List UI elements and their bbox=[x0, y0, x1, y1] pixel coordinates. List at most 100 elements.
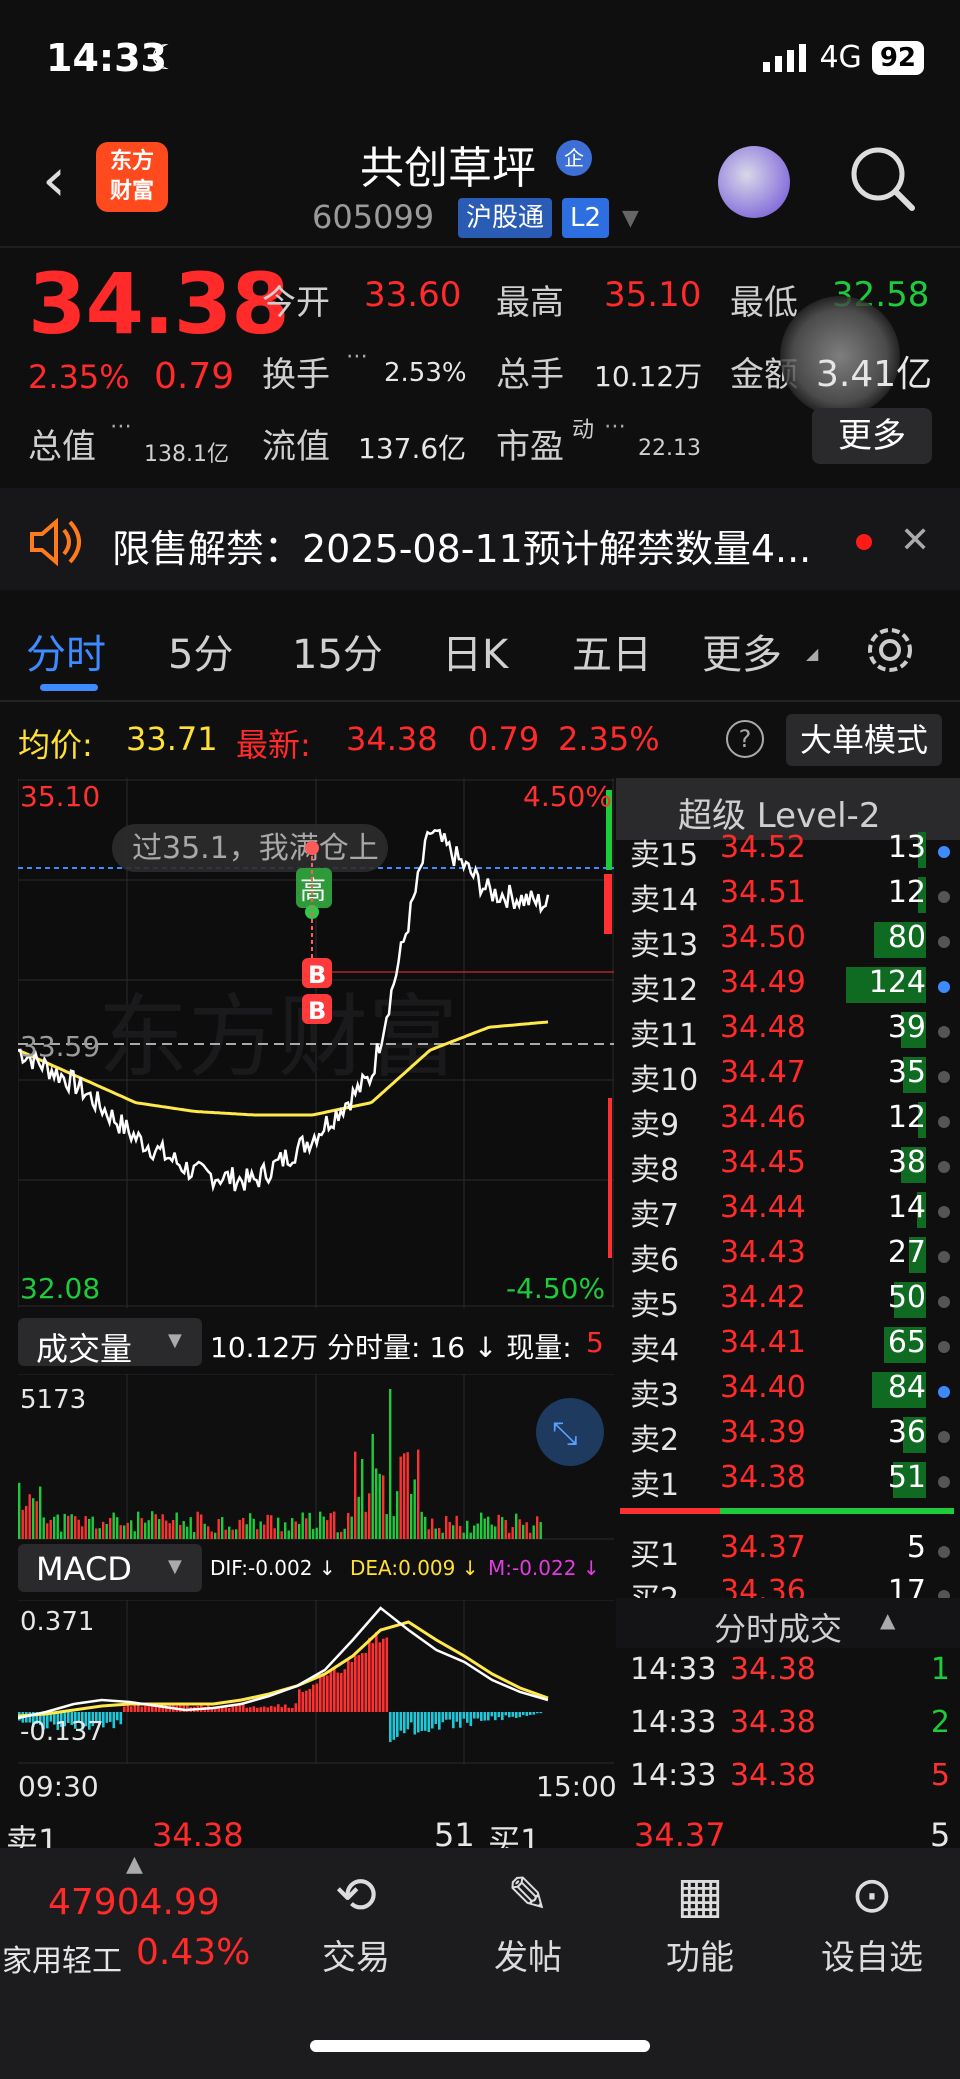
ask-row[interactable]: 卖7 34.44 14 bbox=[630, 1190, 950, 1235]
volume-bar bbox=[347, 1512, 350, 1539]
notice-text[interactable]: 限售解禁：2025-08-11预计解禁数量4... bbox=[112, 518, 811, 573]
volume-bar bbox=[515, 1513, 518, 1539]
tab-15min[interactable]: 15分 bbox=[292, 622, 383, 680]
ask-row[interactable]: 卖13 34.50 80 bbox=[630, 920, 950, 965]
ask-row[interactable]: 卖1 34.38 51 bbox=[630, 1460, 950, 1505]
volume-bar bbox=[448, 1521, 451, 1539]
assistant-robot-icon[interactable] bbox=[718, 146, 790, 218]
trade-price: 34.38 bbox=[730, 1758, 816, 1793]
ask-indicator-dot bbox=[938, 1386, 950, 1398]
volume-bar bbox=[273, 1528, 276, 1539]
macd-chart[interactable]: 0.371 -0.137 bbox=[18, 1600, 614, 1764]
volume-bar bbox=[147, 1520, 150, 1539]
index-name[interactable]: 家用轻工 bbox=[2, 1936, 122, 1980]
nav-functions[interactable]: ▦ 功能 bbox=[630, 1860, 770, 1979]
pe-value: 22.13 bbox=[638, 436, 701, 461]
bid-row[interactable]: 买1 34.37 5 bbox=[630, 1530, 950, 1575]
macd-bar bbox=[259, 1707, 263, 1712]
info-dots-icon[interactable]: ⋯ bbox=[346, 344, 368, 369]
ask-row[interactable]: 卖10 34.47 35 bbox=[630, 1055, 950, 1100]
search-icon[interactable] bbox=[848, 144, 918, 214]
ask-row[interactable]: 卖3 34.40 84 bbox=[630, 1370, 950, 1415]
volume-bar bbox=[315, 1527, 318, 1539]
macd-bar bbox=[315, 1683, 319, 1712]
nav-trade[interactable]: ⟲ 交易 bbox=[286, 1860, 426, 1979]
ask-row[interactable]: 卖5 34.42 50 bbox=[630, 1280, 950, 1325]
tab-daily[interactable]: 日K bbox=[442, 622, 508, 680]
volume-bar bbox=[182, 1521, 185, 1539]
macd-bar bbox=[420, 1712, 424, 1731]
macd-bar bbox=[280, 1707, 284, 1712]
macd-bar bbox=[483, 1712, 487, 1721]
chevron-up-icon: ▲ bbox=[880, 1608, 896, 1632]
volume-bar bbox=[105, 1523, 108, 1539]
more-circle-icon: ⊙ bbox=[851, 1866, 893, 1924]
ask-volume: 27 bbox=[887, 1235, 926, 1270]
volume-bar bbox=[238, 1519, 241, 1539]
ask-indicator-dot bbox=[938, 891, 950, 903]
index-value[interactable]: 47904.99 bbox=[48, 1882, 220, 1923]
info-dots-icon[interactable]: ⋯ bbox=[110, 414, 132, 439]
volume-bar bbox=[326, 1520, 329, 1539]
ask-price: 34.46 bbox=[720, 1100, 806, 1135]
tab-5min[interactable]: 5分 bbox=[168, 622, 233, 680]
volume-bar bbox=[420, 1511, 423, 1539]
volume-bar bbox=[350, 1516, 353, 1539]
ask-row[interactable]: 卖4 34.41 65 bbox=[630, 1325, 950, 1370]
ask-row[interactable]: 卖6 34.43 27 bbox=[630, 1235, 950, 1280]
index-pct[interactable]: 0.43% bbox=[136, 1932, 250, 1973]
volume-bar bbox=[252, 1518, 255, 1539]
more-button[interactable]: 更多 bbox=[812, 408, 932, 464]
trades-header[interactable]: 分时成交 ▲ bbox=[616, 1598, 960, 1648]
back-icon[interactable]: ‹ bbox=[42, 150, 66, 210]
ask-indicator-dot bbox=[938, 1251, 950, 1263]
comment-tooltip[interactable]: 过35.1，我满仓上 bbox=[132, 831, 379, 866]
tab-timeshare[interactable]: 分时 bbox=[26, 622, 106, 680]
ask-label: 卖10 bbox=[630, 1063, 699, 1098]
volume-selector[interactable]: 成交量 ▼ bbox=[18, 1318, 202, 1368]
volume-bar bbox=[518, 1519, 521, 1539]
volume-bar bbox=[137, 1511, 140, 1539]
timeshare-chart[interactable]: 东方财富 过35.1，我满仓上 高 B B 35.10 33.59 32.08 … bbox=[18, 778, 614, 1308]
help-icon[interactable]: ? bbox=[726, 720, 764, 758]
volume-bar bbox=[396, 1491, 399, 1539]
macd-bar bbox=[455, 1712, 459, 1722]
nav-post[interactable]: ✎ 发帖 bbox=[458, 1860, 598, 1979]
ask-row[interactable]: 卖8 34.45 38 bbox=[630, 1145, 950, 1190]
volume-bar bbox=[343, 1528, 346, 1539]
tab-more[interactable]: 更多 bbox=[702, 622, 782, 680]
volume-bar bbox=[399, 1456, 402, 1539]
edit-icon: ✎ bbox=[507, 1866, 549, 1924]
ask-row[interactable]: 卖14 34.51 12 bbox=[630, 875, 950, 920]
dropdown-icon[interactable]: ▼ bbox=[622, 206, 639, 231]
battery-icon: 92 bbox=[871, 40, 924, 75]
volume-chart[interactable]: 5173 ⤡ bbox=[18, 1374, 614, 1540]
volume-bar bbox=[123, 1525, 126, 1539]
volume-bar bbox=[67, 1515, 70, 1539]
volume-bar bbox=[56, 1514, 59, 1539]
macd-bar bbox=[109, 1712, 112, 1722]
ask-volume: 65 bbox=[887, 1325, 926, 1360]
ask-row[interactable]: 卖12 34.49 124 bbox=[630, 965, 950, 1010]
ask-row[interactable]: 卖15 34.52 13 bbox=[630, 830, 950, 875]
nav-add-watchlist[interactable]: ⊙ 设自选 bbox=[802, 1860, 942, 1979]
close-icon[interactable]: ✕ bbox=[900, 520, 930, 561]
volume-bar bbox=[98, 1528, 101, 1539]
volume-bar bbox=[483, 1518, 486, 1539]
ask-row[interactable]: 卖9 34.46 12 bbox=[630, 1100, 950, 1145]
tab-5day[interactable]: 五日 bbox=[572, 622, 652, 680]
macd-bar bbox=[249, 1707, 252, 1712]
volume-bar bbox=[88, 1518, 91, 1539]
volume-bar bbox=[291, 1518, 294, 1539]
ask-row[interactable]: 卖11 34.48 39 bbox=[630, 1010, 950, 1055]
big-order-mode-button[interactable]: 大单模式 bbox=[786, 714, 942, 766]
high-value: 35.10 bbox=[604, 275, 702, 315]
ask-row[interactable]: 卖2 34.39 36 bbox=[630, 1415, 950, 1460]
macd-bar bbox=[459, 1712, 462, 1728]
info-dots-icon[interactable]: ⋯ bbox=[604, 414, 626, 439]
chevron-up-icon[interactable]: ▲ bbox=[126, 1852, 143, 1877]
current-price: 34.38 bbox=[28, 255, 290, 353]
settings-gear-icon[interactable] bbox=[864, 624, 916, 676]
macd-bar bbox=[364, 1652, 368, 1712]
macd-selector[interactable]: MACD ▼ bbox=[18, 1544, 202, 1592]
